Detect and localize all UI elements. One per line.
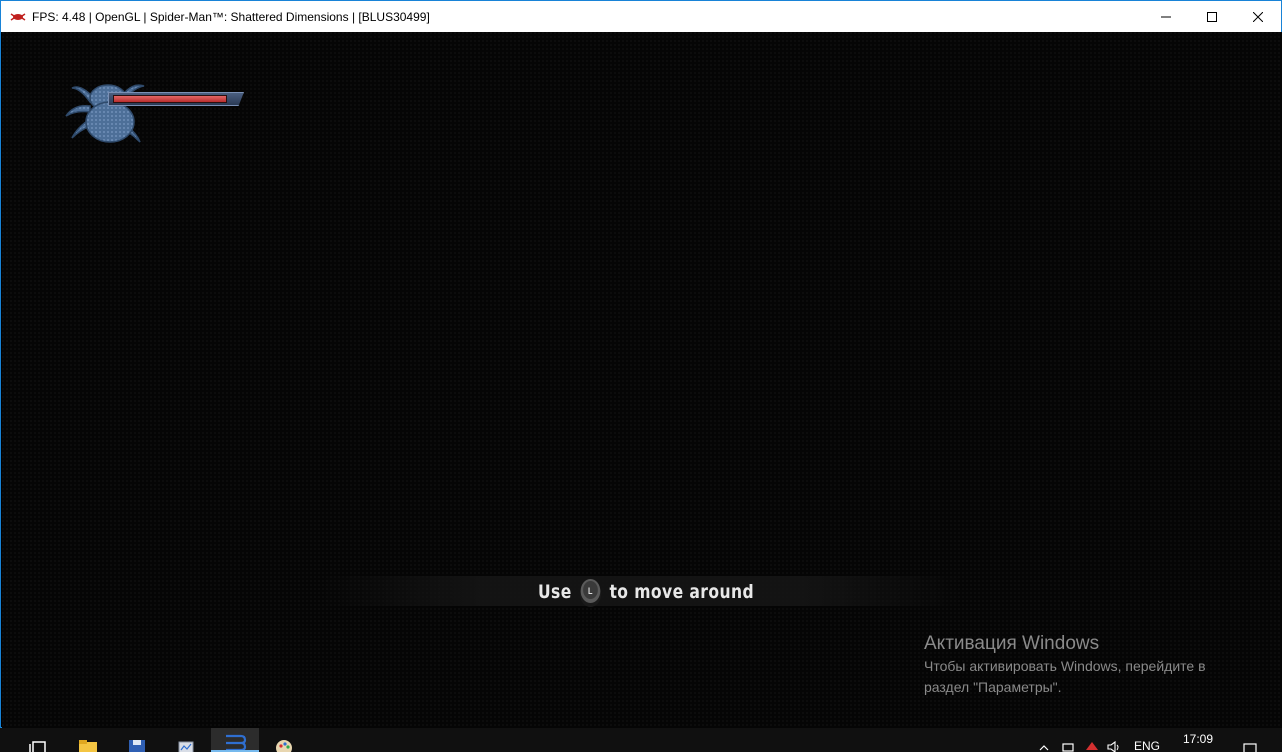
chevron-up-icon (1039, 745, 1049, 751)
tutorial-hint: Use L to move around (538, 576, 754, 608)
antivirus-icon (1086, 742, 1098, 750)
clock-time[interactable]: 17:09 (1183, 732, 1213, 746)
paint-icon (276, 740, 292, 752)
hint-text-after: to move around (609, 581, 755, 603)
task-view-icon (29, 741, 46, 752)
close-button[interactable] (1235, 1, 1281, 32)
save-app-button[interactable] (120, 728, 152, 752)
language-indicator[interactable]: ENG (1134, 739, 1160, 752)
paint-button[interactable] (268, 728, 300, 752)
network-icon (1062, 743, 1074, 752)
minimize-icon (1161, 16, 1171, 17)
maximize-button[interactable] (1189, 1, 1235, 32)
file-explorer-icon (79, 740, 97, 752)
show-hidden-icons-button[interactable] (1036, 728, 1052, 752)
volume-tray-button[interactable] (1104, 728, 1124, 752)
health-bar-fill (113, 95, 227, 103)
speaker-icon (1107, 740, 1119, 752)
game-viewport[interactable]: Use L to move around (2, 32, 1282, 728)
activation-line-2: раздел "Параметры". (924, 679, 1062, 695)
save-app-icon (129, 740, 145, 752)
hint-text-before: Use (538, 581, 572, 603)
file-explorer-button[interactable] (72, 728, 104, 752)
minimize-button[interactable] (1143, 1, 1189, 32)
system-monitor-button[interactable] (170, 728, 202, 752)
maximize-icon (1207, 11, 1217, 22)
windows-activation-watermark: Активация Windows Чтобы активировать Win… (924, 632, 1244, 698)
system-monitor-icon (178, 741, 194, 752)
activation-title: Активация Windows (924, 633, 1100, 654)
notifications-button[interactable] (1240, 728, 1260, 752)
rpcs3-button[interactable] (211, 728, 259, 752)
activation-line-1: Чтобы активировать Windows, перейдите в (924, 658, 1206, 674)
taskbar: ENG 17:09 (0, 728, 1282, 752)
health-hud (62, 66, 247, 146)
title-bar[interactable]: FPS: 4.48 | OpenGL | Spider-Man™: Shatte… (1, 1, 1281, 32)
antivirus-tray-button[interactable] (1082, 728, 1102, 752)
caption-buttons (1143, 1, 1281, 32)
svg-text:L: L (588, 586, 593, 596)
task-view-button[interactable] (22, 728, 54, 752)
window-title: FPS: 4.48 | OpenGL | Spider-Man™: Shatte… (32, 9, 430, 24)
health-bar-track (108, 92, 244, 106)
network-tray-button[interactable] (1058, 728, 1078, 752)
emulator-window: FPS: 4.48 | OpenGL | Spider-Man™: Shatte… (0, 0, 1282, 728)
spider-app-icon (10, 12, 26, 22)
notification-icon (1243, 743, 1257, 752)
close-icon (1253, 11, 1263, 22)
spider-emblem-icon (65, 84, 145, 143)
rpcs3-icon (226, 734, 247, 750)
left-stick-icon: L (578, 577, 603, 607)
